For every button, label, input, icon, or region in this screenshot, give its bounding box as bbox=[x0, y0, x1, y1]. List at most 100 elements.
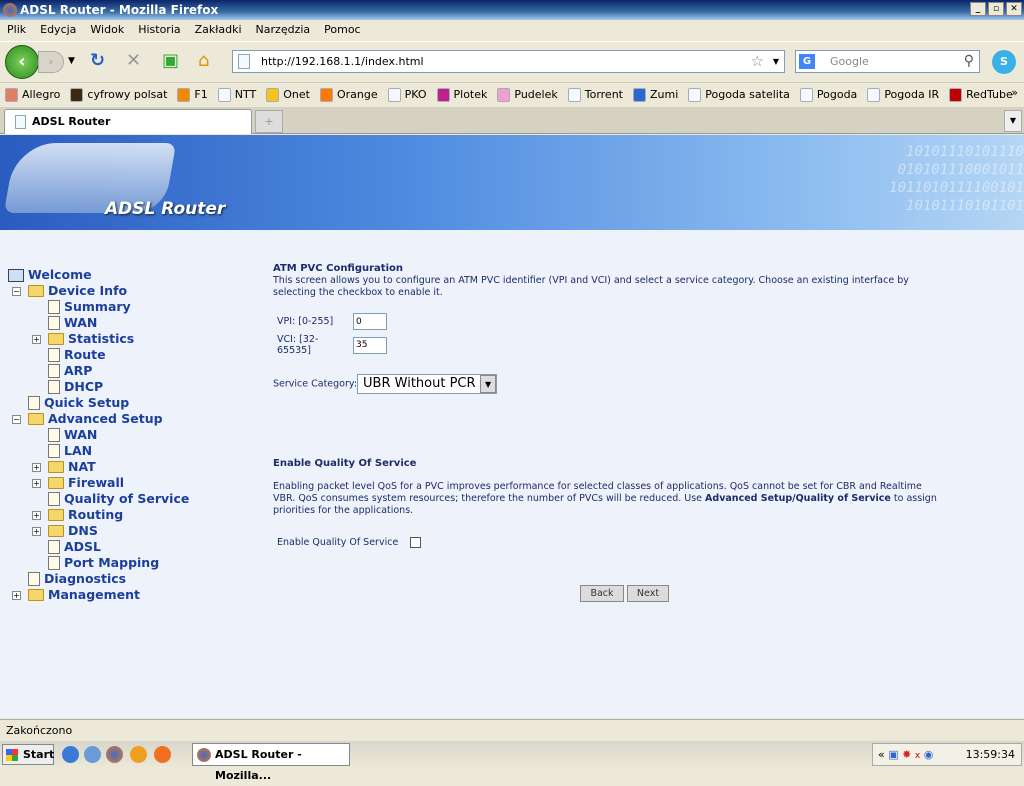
bookmark-item[interactable]: NTT bbox=[217, 83, 256, 106]
next-button[interactable]: Next bbox=[627, 585, 669, 602]
bookmark-label: Pogoda satelita bbox=[705, 87, 790, 101]
tree-item-device-info[interactable]: Device Info bbox=[28, 283, 127, 299]
quicklaunch-app-icon[interactable] bbox=[130, 746, 147, 763]
expand-icon[interactable]: + bbox=[32, 479, 41, 488]
bookmark-item[interactable]: Torrent bbox=[567, 83, 623, 106]
collapse-icon[interactable]: − bbox=[12, 415, 21, 424]
minimize-button[interactable]: _ bbox=[970, 2, 986, 16]
new-bookmark-icon[interactable]: ▣ bbox=[162, 51, 179, 71]
bookmark-item[interactable]: PKO bbox=[387, 83, 427, 106]
magnifier-icon[interactable]: ⚲ bbox=[964, 51, 974, 72]
history-dropdown-icon[interactable]: ▼ bbox=[68, 51, 75, 71]
folder-icon bbox=[48, 525, 64, 537]
bookmark-item[interactable]: F1 bbox=[177, 83, 208, 106]
ie-icon[interactable] bbox=[62, 746, 79, 763]
tree-item-routing[interactable]: Routing bbox=[48, 507, 123, 523]
expand-icon[interactable]: + bbox=[32, 335, 41, 344]
tray-x-icon[interactable]: x bbox=[915, 751, 920, 761]
bookmark-item[interactable]: Pogoda IR bbox=[867, 83, 939, 106]
menu-edycja[interactable]: Edycja bbox=[40, 20, 76, 40]
bookmark-item[interactable]: Plotek bbox=[436, 83, 487, 106]
expand-icon[interactable]: + bbox=[32, 527, 41, 536]
skype-icon[interactable]: S bbox=[992, 50, 1016, 74]
bookmark-item[interactable]: RedTube bbox=[949, 83, 1013, 106]
tree-item-wan[interactable]: WAN bbox=[48, 427, 97, 443]
bookmark-item[interactable]: Pudelek bbox=[497, 83, 558, 106]
bookmark-item[interactable]: cyfrowy polsat bbox=[70, 83, 167, 106]
tree-item-wan[interactable]: WAN bbox=[48, 315, 97, 331]
network-icon[interactable]: ▣ bbox=[888, 748, 898, 761]
bookmark-favicon-icon bbox=[688, 87, 702, 102]
home-icon[interactable]: ⌂ bbox=[198, 51, 209, 71]
quicklaunch-app-icon[interactable] bbox=[154, 746, 171, 763]
reload-icon[interactable]: ↻ bbox=[90, 51, 105, 71]
tree-item-welcome[interactable]: Welcome bbox=[8, 267, 92, 283]
tree-item-management[interactable]: Management bbox=[28, 587, 140, 603]
back-button-form[interactable]: Back bbox=[580, 585, 624, 602]
forward-button[interactable]: › bbox=[38, 51, 64, 73]
tree-item-quality-of-service[interactable]: Quality of Service bbox=[48, 491, 189, 507]
vci-input[interactable] bbox=[353, 336, 387, 354]
bookmark-favicon-icon bbox=[436, 87, 450, 102]
menu-historia[interactable]: Historia bbox=[138, 20, 180, 40]
menu-zakładki[interactable]: Zakładki bbox=[195, 20, 242, 40]
tree-item-quick-setup[interactable]: Quick Setup bbox=[28, 395, 129, 411]
taskbar-firefox-window[interactable]: ADSL Router - Mozilla... bbox=[192, 743, 350, 782]
tree-item-adsl[interactable]: ADSL bbox=[48, 539, 101, 555]
bookmark-item[interactable]: Zumi bbox=[632, 83, 678, 106]
tree-item-statistics[interactable]: Statistics bbox=[48, 331, 134, 347]
firefox-quicklaunch-icon[interactable] bbox=[106, 746, 123, 763]
tab-adsl-router[interactable]: ADSL Router bbox=[4, 109, 252, 134]
bookmark-favicon-icon bbox=[497, 87, 511, 102]
menu-widok[interactable]: Widok bbox=[90, 20, 124, 40]
tree-item-summary[interactable]: Summary bbox=[48, 299, 131, 315]
tree-item-advanced-setup[interactable]: Advanced Setup bbox=[28, 411, 163, 427]
collapse-icon[interactable]: − bbox=[12, 287, 21, 296]
bookmark-item[interactable]: Orange bbox=[319, 83, 378, 106]
expand-icon[interactable]: + bbox=[32, 463, 41, 472]
tab-list-button[interactable]: ▼ bbox=[1004, 110, 1022, 132]
maximize-button[interactable]: ▫ bbox=[988, 2, 1004, 16]
navigation-toolbar: ‹ › ▼ ↻ ✕ ▣ ⌂ http://192.168.1.1/index.h… bbox=[0, 41, 1024, 81]
bookmark-item[interactable]: Allegro bbox=[5, 83, 60, 106]
bookmarks-more-button[interactable]: » bbox=[1011, 86, 1018, 99]
menu-plik[interactable]: Plik bbox=[7, 20, 26, 40]
show-desktop-icon[interactable] bbox=[84, 746, 101, 763]
tray-expand-button[interactable]: « bbox=[878, 748, 885, 761]
document-icon bbox=[48, 380, 60, 394]
close-button[interactable]: ✕ bbox=[1006, 2, 1022, 16]
expand-icon[interactable]: + bbox=[12, 591, 21, 600]
stop-icon[interactable]: ✕ bbox=[126, 51, 141, 71]
url-dropdown-icon[interactable]: ▼ bbox=[773, 51, 779, 72]
back-button[interactable]: ‹ bbox=[5, 45, 39, 79]
new-tab-button[interactable]: + bbox=[255, 110, 283, 133]
tree-item-nat[interactable]: NAT bbox=[48, 459, 96, 475]
qos-checkbox[interactable] bbox=[410, 537, 422, 548]
tree-item-dns[interactable]: DNS bbox=[48, 523, 98, 539]
tree-item-route[interactable]: Route bbox=[48, 347, 106, 363]
tree-item-diagnostics[interactable]: Diagnostics bbox=[28, 571, 126, 587]
expand-icon[interactable]: + bbox=[32, 511, 41, 520]
connection-icon[interactable]: ◉ bbox=[924, 748, 934, 761]
tree-item-lan[interactable]: LAN bbox=[48, 443, 92, 459]
bookmark-item[interactable]: Pogoda bbox=[799, 83, 857, 106]
search-input[interactable]: G Google ⚲ bbox=[795, 50, 980, 73]
menu-pomoc[interactable]: Pomoc bbox=[324, 20, 360, 40]
bookmark-item[interactable]: Onet bbox=[266, 83, 310, 106]
vpi-input[interactable] bbox=[353, 313, 387, 330]
tree-item-port-mapping[interactable]: Port Mapping bbox=[48, 555, 159, 571]
folder-open-icon bbox=[28, 285, 44, 297]
tree-item-firewall[interactable]: Firewall bbox=[48, 475, 124, 491]
page-description: This screen allows you to configure an A… bbox=[273, 275, 909, 298]
start-button[interactable]: Start bbox=[2, 744, 54, 765]
bookmark-item[interactable]: Pogoda satelita bbox=[688, 83, 790, 106]
service-category-select[interactable]: UBR Without PCR ▼ bbox=[357, 374, 498, 394]
tree-item-arp[interactable]: ARP bbox=[48, 363, 92, 379]
url-bar[interactable]: http://192.168.1.1/index.html ☆ ▼ bbox=[232, 50, 785, 73]
antivirus-icon[interactable]: ✸ bbox=[902, 748, 911, 761]
star-icon[interactable]: ☆ bbox=[751, 51, 764, 72]
tree-item-dhcp[interactable]: DHCP bbox=[48, 379, 103, 395]
menu-narzędzia[interactable]: Narzędzia bbox=[256, 20, 311, 40]
google-icon[interactable]: G bbox=[799, 54, 815, 69]
tree-item-label: DHCP bbox=[64, 379, 104, 394]
